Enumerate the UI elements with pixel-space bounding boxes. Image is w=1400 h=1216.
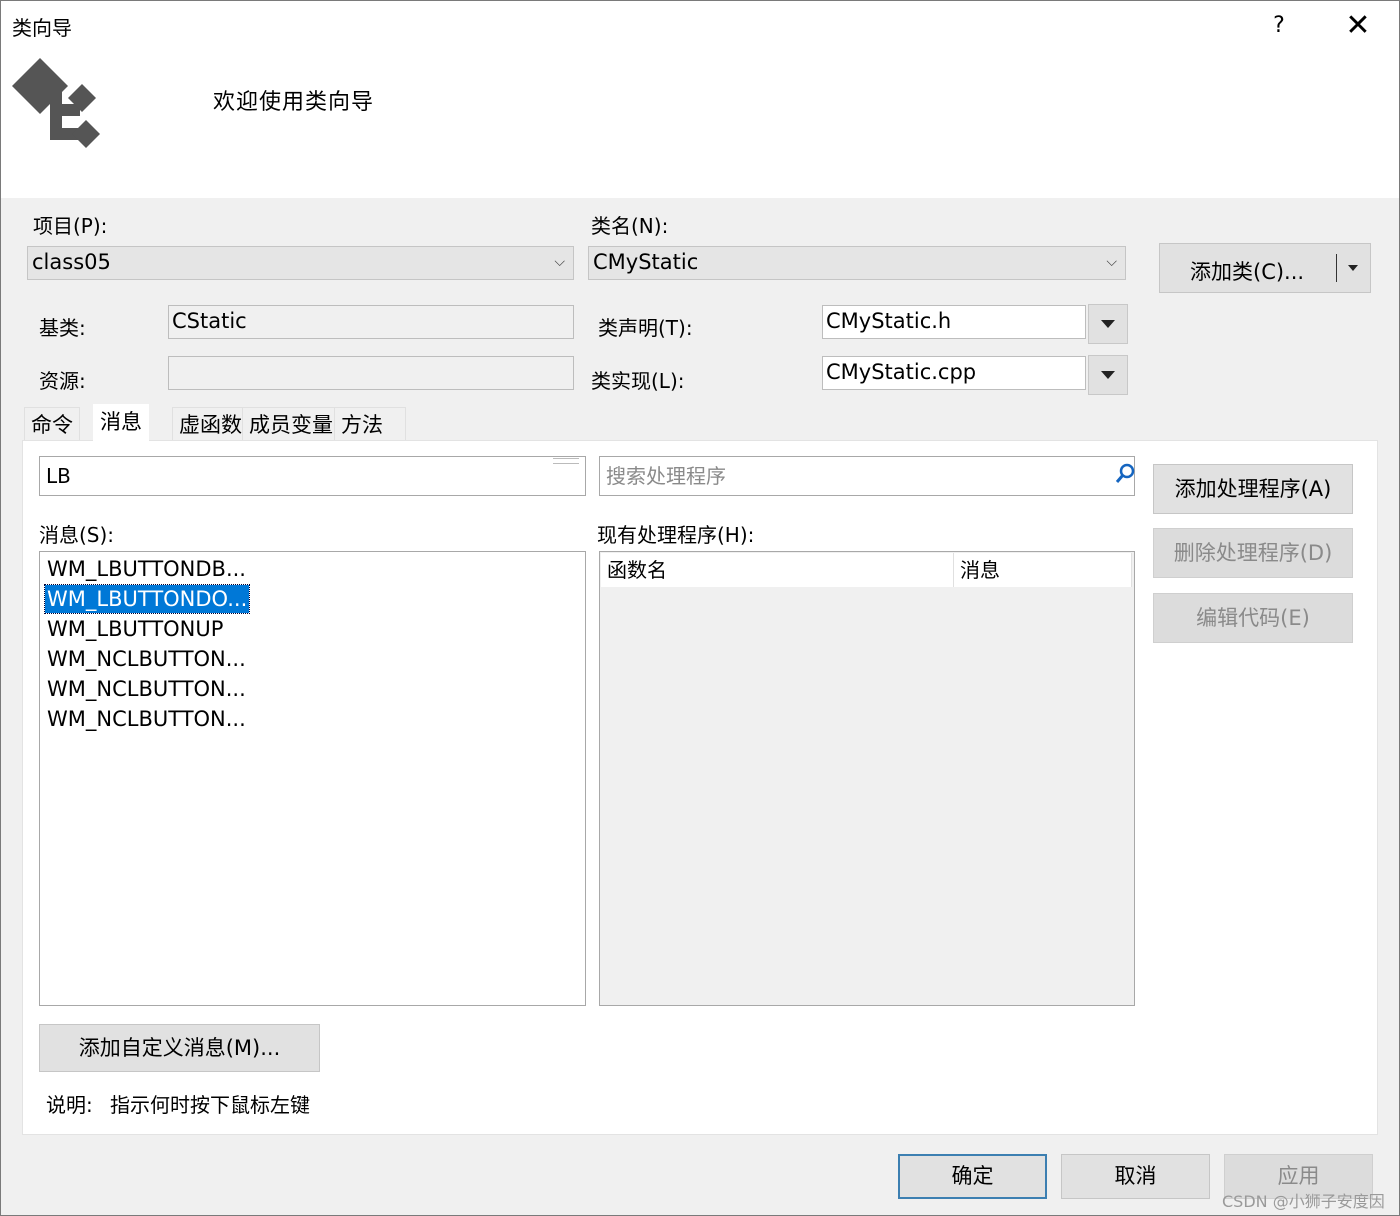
ok-button[interactable]: 确定 xyxy=(898,1154,1047,1199)
project-label: 项目(P): xyxy=(33,214,108,238)
resource-field[interactable] xyxy=(168,356,574,390)
messages-list[interactable]: WM_LBUTTONDB... WM_LBUTTONDO... WM_LBUTT… xyxy=(39,551,586,1006)
existing-handlers-table[interactable]: 函数名 消息 xyxy=(599,551,1135,1006)
dialog-header xyxy=(1,1,1399,198)
classname-value: CMyStatic xyxy=(593,250,699,274)
filter-resize-grip xyxy=(553,458,579,464)
list-item-selected[interactable]: WM_LBUTTONDO... xyxy=(43,584,251,614)
close-button[interactable]: ✕ xyxy=(1340,8,1376,44)
help-button[interactable]: ? xyxy=(1262,8,1296,44)
class-impl-dropdown-button[interactable] xyxy=(1088,355,1128,395)
class-wizard-logo-icon xyxy=(12,58,100,148)
resource-label: 资源: xyxy=(39,369,86,393)
project-value: class05 xyxy=(32,250,111,274)
tab-virtual-functions[interactable]: 虚函数 xyxy=(172,407,249,440)
list-item[interactable]: WM_LBUTTONDB... xyxy=(45,555,248,583)
window-title: 类向导 xyxy=(12,16,72,40)
handler-search-input[interactable]: 搜索处理程序 xyxy=(599,456,1135,496)
base-class-label: 基类: xyxy=(39,316,86,340)
class-decl-field[interactable]: CMyStatic.h xyxy=(822,305,1086,339)
split-divider xyxy=(1336,254,1337,282)
column-header-message[interactable]: 消息 xyxy=(954,553,1132,587)
list-item[interactable]: WM_NCLBUTTON... xyxy=(45,705,248,733)
project-combo[interactable]: class05 ⌵ xyxy=(27,246,574,280)
chevron-down-icon: ⌵ xyxy=(1106,254,1117,270)
description-text: 指示何时按下鼠标左键 xyxy=(110,1093,310,1117)
welcome-text: 欢迎使用类向导 xyxy=(213,90,375,115)
add-custom-message-button[interactable]: 添加自定义消息(M)... xyxy=(39,1024,320,1072)
edit-code-button[interactable]: 编辑代码(E) xyxy=(1153,593,1353,643)
list-item[interactable]: WM_NCLBUTTON... xyxy=(45,645,248,673)
description-label: 说明: xyxy=(46,1093,93,1117)
message-filter-input[interactable]: LB xyxy=(39,456,586,496)
class-impl-field[interactable]: CMyStatic.cpp xyxy=(822,356,1086,390)
add-class-button[interactable]: 添加类(C)... xyxy=(1159,243,1371,293)
class-decl-label: 类声明(T): xyxy=(598,316,693,340)
watermark: CSDN @小狮子安度因 xyxy=(1222,1192,1385,1211)
delete-handler-button[interactable]: 删除处理程序(D) xyxy=(1153,528,1353,578)
search-icon[interactable] xyxy=(1114,462,1136,486)
cancel-button[interactable]: 取消 xyxy=(1061,1154,1210,1199)
list-item[interactable]: WM_LBUTTONUP xyxy=(45,615,225,643)
dropdown-arrow-icon[interactable] xyxy=(1348,265,1358,271)
class-impl-label: 类实现(L): xyxy=(591,369,685,393)
tab-member-variables[interactable]: 成员变量 xyxy=(242,407,340,440)
messages-list-label: 消息(S): xyxy=(39,523,115,547)
chevron-down-icon: ⌵ xyxy=(554,254,565,270)
tab-methods[interactable]: 方法 xyxy=(334,407,406,440)
add-handler-button[interactable]: 添加处理程序(A) xyxy=(1153,464,1353,514)
add-class-label: 添加类(C)... xyxy=(1190,260,1305,284)
tab-messages[interactable]: 消息 xyxy=(93,404,149,442)
existing-handlers-label: 现有处理程序(H): xyxy=(597,523,755,547)
column-header-function-name[interactable]: 函数名 xyxy=(601,553,954,587)
classname-combo[interactable]: CMyStatic ⌵ xyxy=(588,246,1126,280)
base-class-field[interactable]: CStatic xyxy=(168,305,574,339)
class-decl-dropdown-button[interactable] xyxy=(1088,304,1128,344)
tab-commands[interactable]: 命令 xyxy=(24,407,80,440)
classname-label: 类名(N): xyxy=(591,214,669,238)
list-item[interactable]: WM_NCLBUTTON... xyxy=(45,675,248,703)
